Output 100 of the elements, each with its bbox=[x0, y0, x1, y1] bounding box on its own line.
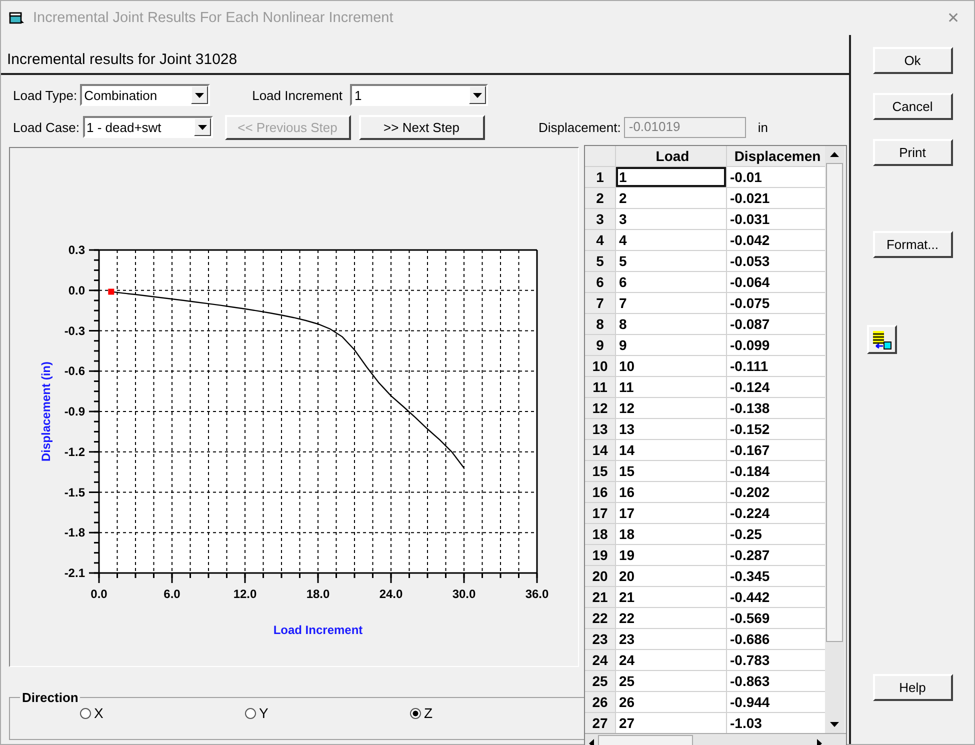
radio-option[interactable]: X bbox=[80, 705, 245, 721]
table-cell[interactable]: 2 bbox=[616, 188, 726, 208]
axis-tick-label: 36.0 bbox=[525, 587, 549, 601]
table-cell[interactable]: 25 bbox=[616, 671, 726, 691]
scroll-right-icon bbox=[817, 738, 822, 745]
table-cell[interactable]: 19 bbox=[616, 545, 726, 565]
radio-button[interactable] bbox=[245, 708, 256, 718]
table-cell[interactable]: 14 bbox=[616, 440, 726, 460]
table-cell[interactable]: -0.111 bbox=[727, 356, 825, 376]
radio-option[interactable]: Y bbox=[245, 705, 410, 721]
table-cell[interactable]: -0.202 bbox=[727, 482, 825, 502]
radio-button[interactable] bbox=[80, 708, 91, 718]
row-header: 19 bbox=[585, 545, 615, 565]
table-cell[interactable]: 11 bbox=[616, 377, 726, 397]
table-cell[interactable]: -0.224 bbox=[727, 503, 825, 523]
row-header: 5 bbox=[585, 251, 615, 271]
row-header: 13 bbox=[585, 419, 615, 439]
caret-icon bbox=[473, 92, 482, 98]
axis-tick-label: 12.0 bbox=[233, 587, 257, 601]
caret-icon bbox=[198, 124, 206, 130]
cancel-button[interactable]: Cancel bbox=[872, 93, 952, 120]
vertical-scrollbar[interactable] bbox=[825, 146, 844, 733]
table-cell[interactable]: 13 bbox=[616, 419, 726, 439]
table-cell[interactable]: 26 bbox=[616, 692, 726, 712]
table-cell[interactable]: 8 bbox=[616, 314, 726, 334]
load-increment-dropdown[interactable]: 1 bbox=[350, 84, 488, 106]
row-header: 11 bbox=[585, 377, 615, 397]
table-cell[interactable]: -0.287 bbox=[727, 545, 825, 565]
axis-tick-label: -0.3 bbox=[64, 324, 85, 338]
row-header: 10 bbox=[585, 356, 615, 376]
table-cell[interactable]: -0.064 bbox=[727, 272, 825, 292]
table-cell[interactable]: -0.345 bbox=[727, 566, 825, 586]
radio-option[interactable]: Z bbox=[410, 705, 575, 721]
table-cell[interactable]: -0.01 bbox=[727, 167, 825, 187]
table-cell[interactable]: -0.783 bbox=[727, 650, 825, 670]
row-header: 24 bbox=[585, 650, 615, 670]
table-cell[interactable]: 5 bbox=[616, 251, 726, 271]
load-case-dropdown[interactable]: 1 - dead+swt bbox=[82, 116, 212, 138]
y-axis-title: Displacement (in) bbox=[39, 361, 53, 462]
table-cell[interactable]: -0.152 bbox=[727, 419, 825, 439]
row-header: 14 bbox=[585, 440, 615, 460]
table-cell[interactable]: -0.863 bbox=[727, 671, 825, 691]
table-cell[interactable]: 12 bbox=[616, 398, 726, 418]
table-cell[interactable]: 27 bbox=[616, 713, 726, 733]
ok-button[interactable]: Ok bbox=[872, 47, 952, 74]
table-cell[interactable]: -0.124 bbox=[727, 377, 825, 397]
field-label: Load Case: bbox=[13, 120, 80, 134]
table-cell[interactable]: -0.442 bbox=[727, 587, 825, 607]
table-cell[interactable]: -0.184 bbox=[727, 461, 825, 481]
table-cell[interactable]: -0.25 bbox=[727, 524, 825, 544]
radio-button[interactable] bbox=[410, 708, 421, 718]
table-cell[interactable]: -0.053 bbox=[727, 251, 825, 271]
table-cell[interactable]: 20 bbox=[616, 566, 726, 586]
axis-tick-label: 0.0 bbox=[68, 283, 85, 298]
table-cell[interactable]: 18 bbox=[616, 524, 726, 544]
row-header: 7 bbox=[585, 293, 615, 313]
row-header: 3 bbox=[585, 209, 615, 229]
table-cell[interactable]: 9 bbox=[616, 335, 726, 355]
table-cell[interactable]: 15 bbox=[616, 461, 726, 481]
table-cell[interactable]: -0.167 bbox=[727, 440, 825, 460]
table-cell[interactable]: 23 bbox=[616, 629, 726, 649]
table-cell[interactable]: 16 bbox=[616, 482, 726, 502]
table-cell[interactable]: -0.138 bbox=[727, 398, 825, 418]
table-cell[interactable]: 24 bbox=[616, 650, 726, 670]
column-header[interactable]: Displacemen bbox=[727, 146, 825, 166]
table-cell[interactable]: 7 bbox=[616, 293, 726, 313]
row-header: 4 bbox=[585, 230, 615, 250]
table-cell[interactable]: -0.021 bbox=[727, 188, 825, 208]
row-header: 9 bbox=[585, 335, 615, 355]
table-cell[interactable]: 22 bbox=[616, 608, 726, 628]
table-cell[interactable]: -0.042 bbox=[727, 230, 825, 250]
table-cell[interactable]: -0.686 bbox=[727, 629, 825, 649]
table-cell[interactable]: -0.099 bbox=[727, 335, 825, 355]
table-cell[interactable]: 4 bbox=[616, 230, 726, 250]
format-button[interactable]: Format... bbox=[872, 231, 952, 258]
row-header: 16 bbox=[585, 482, 615, 502]
table-cell[interactable]: -0.031 bbox=[727, 209, 825, 229]
row-header: 17 bbox=[585, 503, 615, 523]
table-cell[interactable]: -0.569 bbox=[727, 608, 825, 628]
axis-tick-label: 6.0 bbox=[164, 587, 180, 601]
row-header: 23 bbox=[585, 629, 615, 649]
field-label: Displacement: bbox=[538, 120, 621, 134]
table-cell[interactable]: 6 bbox=[616, 272, 726, 292]
axis-tick-label: 0.0 bbox=[90, 587, 108, 601]
table-cell[interactable]: -0.944 bbox=[727, 692, 825, 712]
table-cell[interactable]: -0.087 bbox=[727, 314, 825, 334]
column-header[interactable]: Load bbox=[616, 146, 726, 166]
table-cell[interactable]: 10 bbox=[616, 356, 726, 376]
table-cell[interactable]: 3 bbox=[616, 209, 726, 229]
help-button[interactable]: Help bbox=[872, 674, 952, 701]
table-cell[interactable]: 1 bbox=[616, 167, 726, 187]
table-cell[interactable]: -1.03 bbox=[727, 713, 825, 733]
print-button[interactable]: Print bbox=[872, 139, 952, 166]
next-step-button[interactable]: >> Next Step bbox=[358, 114, 484, 140]
table-cell[interactable]: 17 bbox=[616, 503, 726, 523]
row-header: 12 bbox=[585, 398, 615, 418]
table-cell[interactable]: 21 bbox=[616, 587, 726, 607]
icon-button[interactable] bbox=[866, 325, 896, 354]
load-type-dropdown[interactable]: Combination bbox=[80, 84, 210, 106]
table-cell[interactable]: -0.075 bbox=[727, 293, 825, 313]
